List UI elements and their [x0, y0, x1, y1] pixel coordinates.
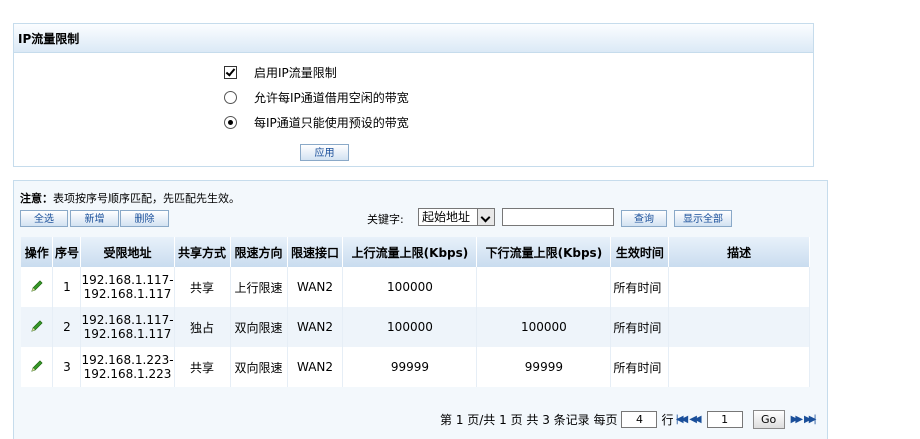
table-row: 1 192.168.1.117- 192.168.1.117 共享 上行限速 WA… — [21, 267, 810, 307]
description-cell — [668, 307, 810, 347]
borrow-bandwidth-radio[interactable] — [224, 90, 237, 104]
delete-button[interactable]: 删除 — [120, 210, 169, 227]
next-page-icon[interactable]: ▶▶ — [791, 414, 804, 425]
download-cell — [476, 267, 612, 307]
panel-title: IP流量限制 — [14, 24, 813, 53]
edit-cell — [21, 267, 54, 307]
preset-bandwidth-label: 每IP通道只能使用预设的带宽 — [254, 115, 409, 130]
go-button[interactable]: Go — [752, 409, 785, 429]
download-cell: 100000 — [476, 307, 612, 347]
interface-cell: WAN2 — [287, 267, 344, 307]
pagination: 第 1 页/共 1 页 共 3 条记录 每页 4 行 |◀◀ ◀◀ 1 Go ▶… — [440, 409, 817, 429]
enable-ip-limit-option[interactable]: 启用IP流量限制 — [224, 63, 337, 81]
first-page-icon[interactable]: |◀◀ — [675, 414, 688, 425]
col-header-description: 描述 — [668, 237, 810, 267]
direction-cell: 双向限速 — [230, 347, 288, 387]
table-row: 3 192.168.1.223- 192.168.1.223 共享 双向限速 WA… — [21, 347, 810, 387]
edit-pencil-icon[interactable] — [29, 358, 45, 374]
edit-pencil-icon[interactable] — [29, 278, 45, 294]
share-cell: 独占 — [174, 307, 231, 347]
col-header-download-limit: 下行流量上限(Kbps) — [476, 237, 612, 267]
pager-summary: 第 1 页/共 1 页 共 3 条记录 每页 — [440, 412, 618, 427]
description-cell — [668, 347, 810, 387]
enable-ip-limit-checkbox[interactable] — [224, 65, 237, 79]
col-header-interface: 限速接口 — [287, 237, 344, 267]
address-start: 192.168.1.117- — [81, 313, 174, 327]
address-start: 192.168.1.117- — [81, 273, 174, 287]
note-prefix: 注意： — [20, 192, 53, 205]
enable-ip-limit-label: 启用IP流量限制 — [254, 65, 337, 80]
upload-cell: 99999 — [342, 347, 478, 387]
col-header-seq: 序号 — [52, 237, 82, 267]
keyword-label: 关键字: — [367, 213, 404, 226]
share-cell: 共享 — [174, 347, 231, 387]
show-all-button[interactable]: 显示全部 — [674, 210, 732, 227]
time-cell: 所有时间 — [610, 307, 670, 347]
share-cell: 共享 — [174, 267, 231, 307]
seq-cell: 2 — [52, 307, 82, 347]
seq-cell: 1 — [52, 267, 82, 307]
upload-cell: 100000 — [342, 267, 478, 307]
table-row: 2 192.168.1.117- 192.168.1.117 独占 双向限速 WA… — [21, 307, 810, 347]
preset-bandwidth-radio[interactable] — [224, 115, 237, 129]
add-button[interactable]: 新增 — [70, 210, 119, 227]
apply-button[interactable]: 应用 — [300, 144, 349, 161]
note-text: 注意：表项按序号顺序匹配，先匹配先生效。 — [20, 190, 240, 206]
keyword-select[interactable]: 起始地址 — [418, 208, 495, 226]
search-button[interactable]: 查询 — [621, 210, 667, 227]
per-page-input[interactable]: 4 — [621, 410, 658, 428]
keyword-input[interactable] — [502, 208, 614, 226]
address-end: 192.168.1.223 — [83, 367, 172, 381]
upload-cell: 100000 — [342, 307, 478, 347]
last-page-icon[interactable]: ▶▶| — [804, 414, 817, 425]
col-header-address: 受限地址 — [80, 237, 175, 267]
download-cell: 99999 — [476, 347, 612, 387]
col-header-direction: 限速方向 — [230, 237, 288, 267]
col-header-time: 生效时间 — [610, 237, 670, 267]
borrow-bandwidth-option[interactable]: 允许每IP通道借用空闲的带宽 — [224, 88, 409, 106]
interface-cell: WAN2 — [287, 307, 344, 347]
preset-bandwidth-option[interactable]: 每IP通道只能使用预设的带宽 — [224, 113, 409, 131]
table-header-row: 操作 序号 受限地址 共享方式 限速方向 限速接口 上行流量上限(Kbps) 下… — [21, 237, 810, 267]
edit-pencil-icon[interactable] — [29, 318, 45, 334]
chevron-down-icon[interactable] — [477, 209, 494, 225]
borrow-bandwidth-label: 允许每IP通道借用空闲的带宽 — [254, 90, 409, 105]
rules-table: 操作 序号 受限地址 共享方式 限速方向 限速接口 上行流量上限(Kbps) 下… — [21, 237, 810, 387]
seq-cell: 3 — [52, 347, 82, 387]
col-header-share: 共享方式 — [174, 237, 231, 267]
select-all-button[interactable]: 全选 — [20, 210, 68, 227]
keyword-select-value: 起始地址 — [422, 210, 471, 224]
address-end: 192.168.1.117 — [83, 287, 172, 301]
address-start: 192.168.1.223- — [81, 353, 174, 367]
col-header-upload-limit: 上行流量上限(Kbps) — [342, 237, 478, 267]
address-cell: 192.168.1.117- 192.168.1.117 — [80, 267, 175, 307]
prev-page-icon[interactable]: ◀◀ — [689, 414, 702, 425]
address-cell: 192.168.1.223- 192.168.1.223 — [80, 347, 175, 387]
ip-traffic-limit-panel: IP流量限制 启用IP流量限制 允许每IP通道借用空闲的带宽 每IP通道只能使用… — [13, 23, 814, 167]
pager-rows-label: 行 — [661, 412, 674, 427]
time-cell: 所有时间 — [610, 347, 670, 387]
edit-cell — [21, 347, 54, 387]
address-cell: 192.168.1.117- 192.168.1.117 — [80, 307, 175, 347]
address-end: 192.168.1.117 — [83, 327, 172, 341]
description-cell — [668, 267, 810, 307]
page-number-input[interactable]: 1 — [706, 410, 743, 428]
time-cell: 所有时间 — [610, 267, 670, 307]
edit-cell — [21, 307, 54, 347]
direction-cell: 双向限速 — [230, 307, 288, 347]
note-body: 表项按序号顺序匹配，先匹配先生效。 — [53, 192, 240, 205]
rule-list-panel: 注意：表项按序号顺序匹配，先匹配先生效。 全选 新增 删除 关键字: 起始地址 … — [13, 180, 828, 439]
interface-cell: WAN2 — [287, 347, 344, 387]
col-header-action: 操作 — [21, 237, 54, 267]
direction-cell: 上行限速 — [230, 267, 288, 307]
